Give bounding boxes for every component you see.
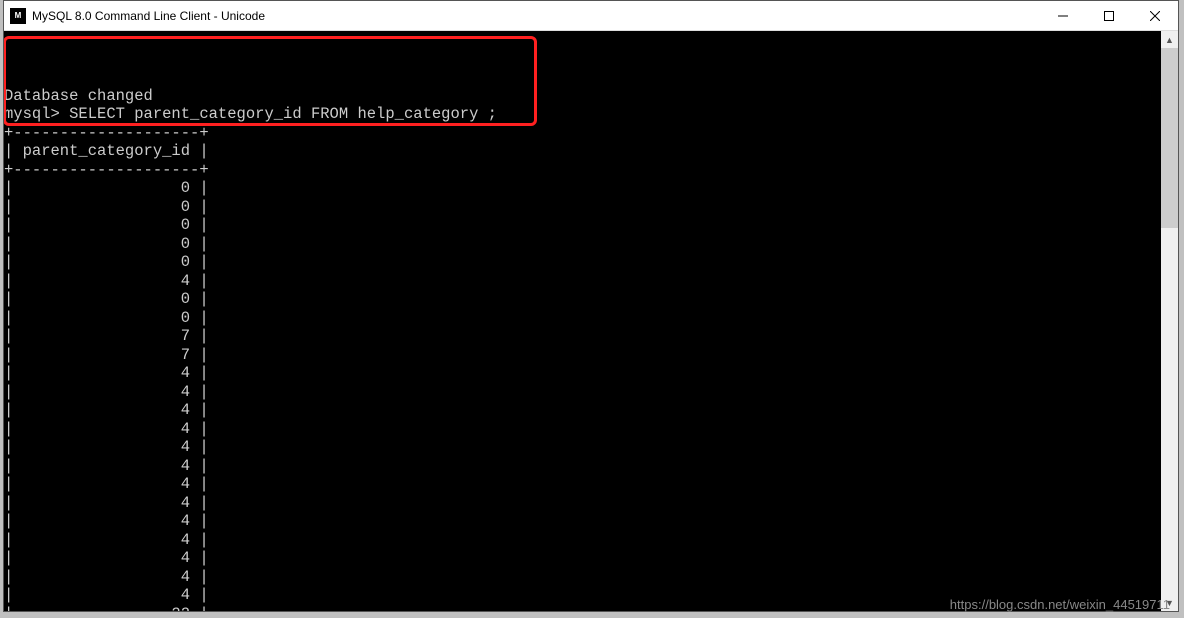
scroll-track[interactable] xyxy=(1161,48,1178,594)
terminal-line: | 4 | xyxy=(4,549,1161,568)
terminal-line: +--------------------+ xyxy=(4,124,1161,143)
terminal-line: Database changed xyxy=(4,87,1161,106)
terminal-line: | 4 | xyxy=(4,401,1161,420)
titlebar: M MySQL 8.0 Command Line Client - Unicod… xyxy=(4,1,1178,31)
terminal-line: | 4 | xyxy=(4,568,1161,587)
terminal-container: Database changedmysql> SELECT parent_cat… xyxy=(4,31,1178,611)
app-icon: M xyxy=(10,8,26,24)
mysql-window: M MySQL 8.0 Command Line Client - Unicod… xyxy=(3,0,1179,612)
terminal-line: | 4 | xyxy=(4,420,1161,439)
terminal-line: | 4 | xyxy=(4,494,1161,513)
terminal-line: | 0 | xyxy=(4,309,1161,328)
maximize-button[interactable] xyxy=(1086,1,1132,30)
watermark: https://blog.csdn.net/weixin_44519711 xyxy=(950,597,1170,612)
terminal-line: +--------------------+ xyxy=(4,161,1161,180)
scroll-thumb[interactable] xyxy=(1161,48,1178,228)
terminal-line: | parent_category_id | xyxy=(4,142,1161,161)
terminal-line: | 4 | xyxy=(4,475,1161,494)
terminal-line: | 0 | xyxy=(4,290,1161,309)
terminal-line: | 0 | xyxy=(4,179,1161,198)
terminal-line: | 4 | xyxy=(4,438,1161,457)
terminal-line: | 7 | xyxy=(4,327,1161,346)
minimize-button[interactable] xyxy=(1040,1,1086,30)
window-controls xyxy=(1040,1,1178,30)
terminal[interactable]: Database changedmysql> SELECT parent_cat… xyxy=(4,31,1161,611)
window-title: MySQL 8.0 Command Line Client - Unicode xyxy=(32,9,1040,23)
terminal-line: | 7 | xyxy=(4,346,1161,365)
terminal-line: | 4 | xyxy=(4,531,1161,550)
terminal-line: | 0 | xyxy=(4,198,1161,217)
terminal-line: mysql> SELECT parent_category_id FROM he… xyxy=(4,105,1161,124)
scrollbar[interactable]: ▲ ▼ xyxy=(1161,31,1178,611)
terminal-line: | 4 | xyxy=(4,512,1161,531)
scroll-up-button[interactable]: ▲ xyxy=(1161,31,1178,48)
terminal-line: | 4 | xyxy=(4,383,1161,402)
close-button[interactable] xyxy=(1132,1,1178,30)
terminal-line: | 0 | xyxy=(4,235,1161,254)
terminal-line: | 0 | xyxy=(4,216,1161,235)
terminal-line: | 0 | xyxy=(4,253,1161,272)
terminal-line: | 4 | xyxy=(4,457,1161,476)
terminal-line: | 4 | xyxy=(4,364,1161,383)
terminal-line: | 4 | xyxy=(4,272,1161,291)
